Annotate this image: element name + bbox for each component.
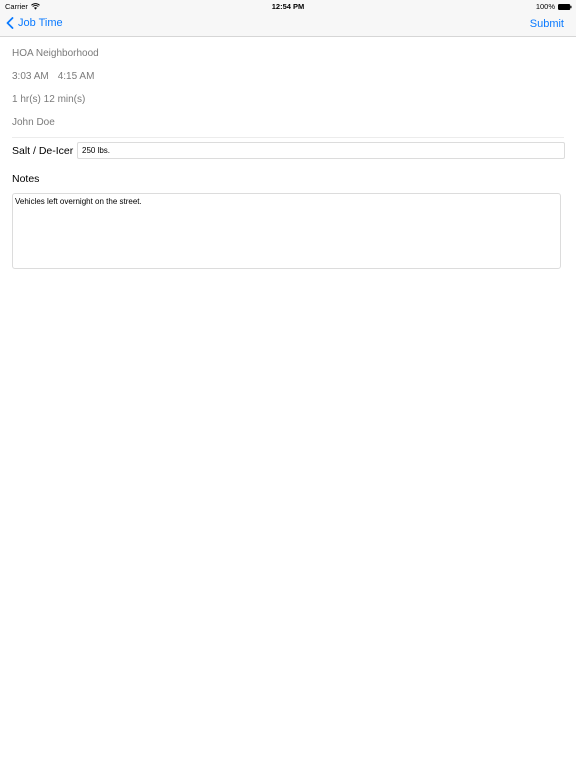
job-end-time: 4:15 AM xyxy=(57,71,95,82)
submit-button[interactable]: Submit xyxy=(530,18,564,30)
job-location: HOA Neighborhood xyxy=(12,48,99,59)
salt-amount-field[interactable] xyxy=(77,142,565,159)
back-button[interactable]: Job Time xyxy=(6,17,63,29)
salt-label: Salt / De-Icer xyxy=(12,145,74,157)
job-start-time: 3:03 AM xyxy=(12,71,49,82)
back-button-label: Job Time xyxy=(18,17,63,29)
notes-textarea[interactable]: Vehicles left overnight on the street. xyxy=(12,193,561,269)
status-bar: Carrier 12:54 PM 100% xyxy=(0,0,576,12)
navigation-bar: Job Time Submit xyxy=(0,12,576,37)
battery-percent: 100% xyxy=(535,2,555,11)
notes-label: Notes xyxy=(12,173,40,185)
job-worker: John Doe xyxy=(12,117,55,128)
status-battery-group: 100% xyxy=(536,2,572,11)
section-divider xyxy=(12,137,564,138)
status-time: 12:54 PM xyxy=(271,2,305,11)
chevron-left-icon xyxy=(6,17,14,29)
job-times: 3:03 AM 4:15 AM xyxy=(12,71,94,82)
battery-icon xyxy=(558,3,572,10)
job-duration: 1 hr(s) 12 min(s) xyxy=(12,94,86,105)
job-detail-screen: Carrier 12:54 PM 100% Job Time Submit HO xyxy=(0,0,576,768)
